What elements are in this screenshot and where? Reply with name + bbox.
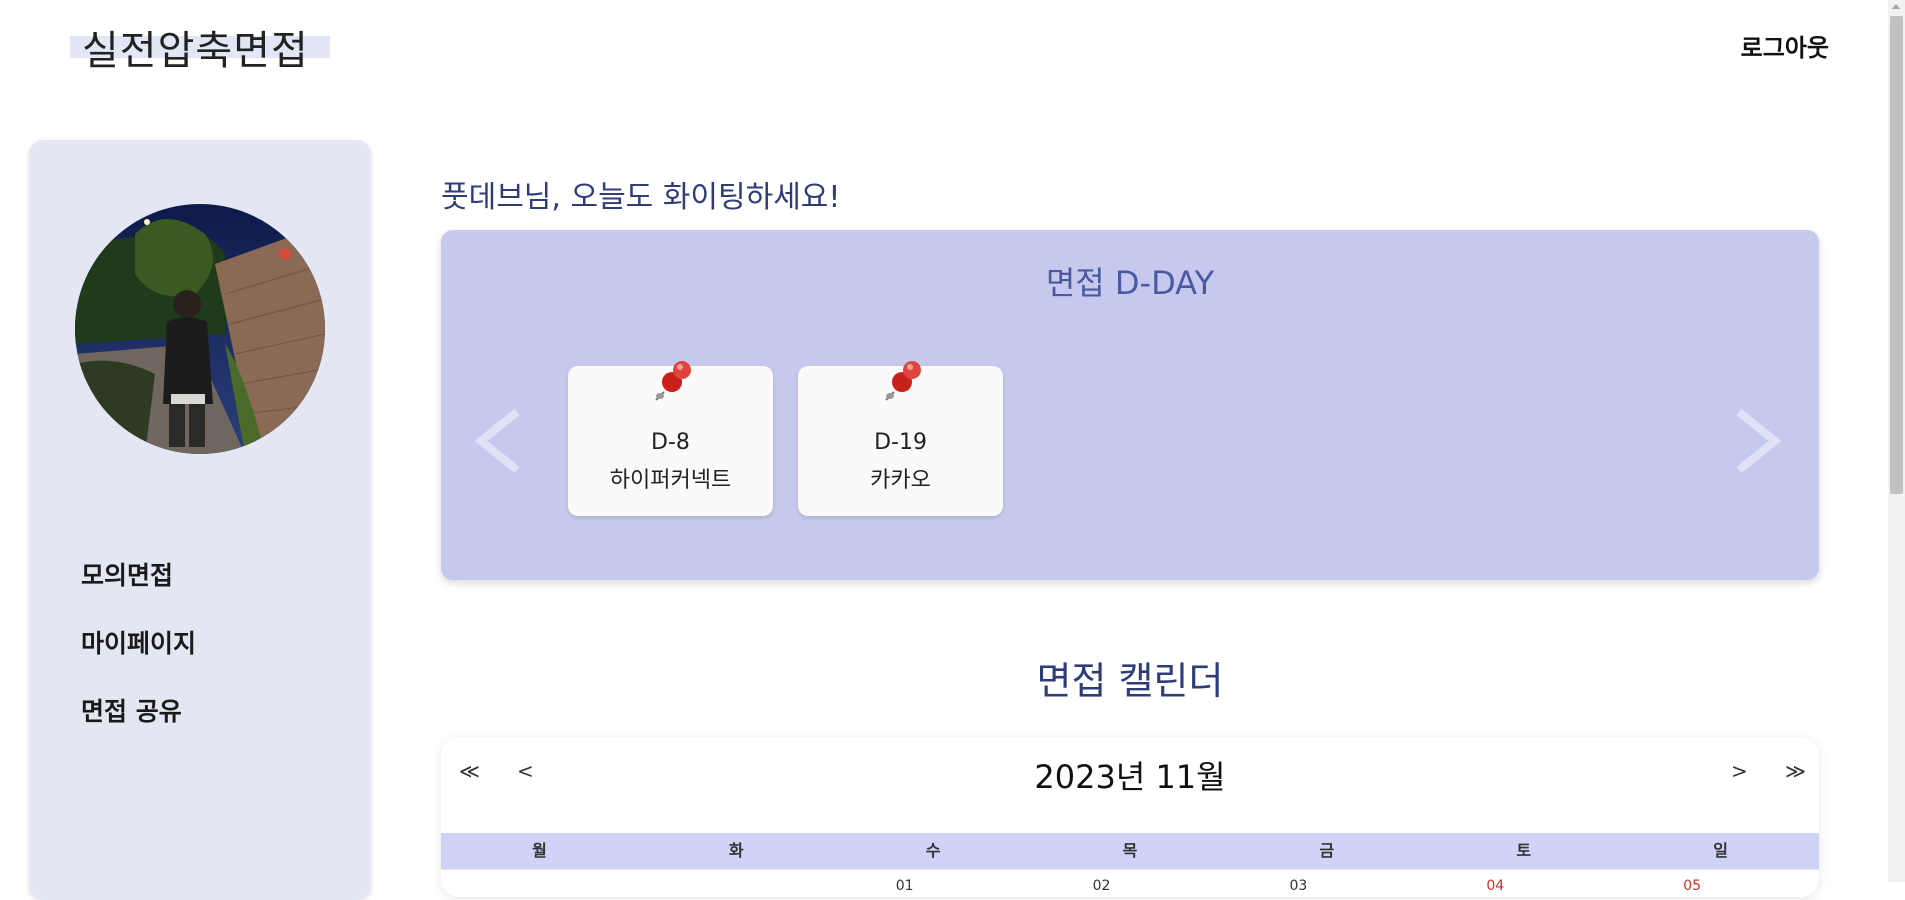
dday-card[interactable]: D-19 카카오 [798, 361, 1003, 516]
next-year-button[interactable]: ≫ [1785, 759, 1806, 783]
pushpin-icon [650, 356, 698, 404]
scroll-up-icon[interactable] [1892, 4, 1900, 9]
calendar-day[interactable]: 02 [1032, 870, 1229, 897]
weekday-header: 월 화 수 목 금 토 일 [441, 833, 1819, 869]
chevron-left-icon[interactable] [471, 408, 525, 474]
sidebar-nav: 모의면접 마이페이지 면접 공유 [81, 556, 196, 760]
dday-company: 카카오 [870, 468, 931, 493]
weekday-fri: 금 [1319, 841, 1335, 860]
calendar-day[interactable]: 03 [1228, 870, 1425, 897]
calendar-week-row: 01 02 03 04 05 [441, 869, 1819, 897]
logo-text: 실전압축면접 [82, 28, 309, 74]
sidebar-item-interview-share[interactable]: 면접 공유 [81, 692, 196, 760]
dday-panel: 면접 D-DAY D-8 하이퍼커넥트 D-19 카카오 [441, 230, 1819, 580]
calendar-day[interactable]: 05 [1622, 870, 1819, 897]
dday-card[interactable]: D-8 하이퍼커넥트 [568, 361, 773, 516]
sidebar-item-mock-interview[interactable]: 모의면접 [81, 556, 196, 624]
calendar-day[interactable]: 01 [835, 870, 1032, 897]
calendar-day[interactable]: 04 [1425, 870, 1622, 897]
calendar-month-label[interactable]: 2023년 11월 [441, 752, 1819, 798]
calendar-header: ≪ < 2023년 11월 > ≫ [441, 737, 1819, 833]
logout-button[interactable]: 로그아웃 [1741, 28, 1829, 63]
calendar-day[interactable] [441, 870, 638, 897]
scrollbar-thumb[interactable] [1890, 16, 1903, 494]
sidebar-item-mypage[interactable]: 마이페이지 [81, 624, 196, 692]
page-scrollbar[interactable] [1888, 0, 1905, 882]
weekday-mon: 월 [532, 841, 547, 860]
calendar-day[interactable] [638, 870, 835, 897]
weekday-sat: 토 [1516, 841, 1532, 860]
chevron-right-icon[interactable] [1731, 408, 1785, 474]
dday-count: D-8 [651, 430, 690, 455]
dday-count: D-19 [874, 430, 927, 455]
weekday-tue: 화 [728, 841, 744, 860]
dday-title: 면접 D-DAY [1045, 264, 1215, 302]
next-month-button[interactable]: > [1731, 759, 1748, 783]
greeting-text: 풋데브님, 오늘도 화이팅하세요! [441, 180, 841, 215]
app-logo[interactable]: 실전압축면접 [70, 18, 330, 74]
weekday-sun: 일 [1713, 841, 1728, 860]
avatar [75, 204, 325, 454]
pushpin-icon [880, 356, 928, 404]
weekday-thu: 목 [1122, 841, 1138, 860]
interview-calendar: ≪ < 2023년 11월 > ≫ 월 화 수 목 금 토 일 01 02 03… [441, 737, 1819, 897]
weekday-wed: 수 [925, 841, 941, 860]
dday-company: 하이퍼커넥트 [609, 468, 732, 493]
sidebar: 모의면접 마이페이지 면접 공유 [29, 140, 371, 900]
calendar-title: 면접 캘린더 [1036, 659, 1224, 703]
